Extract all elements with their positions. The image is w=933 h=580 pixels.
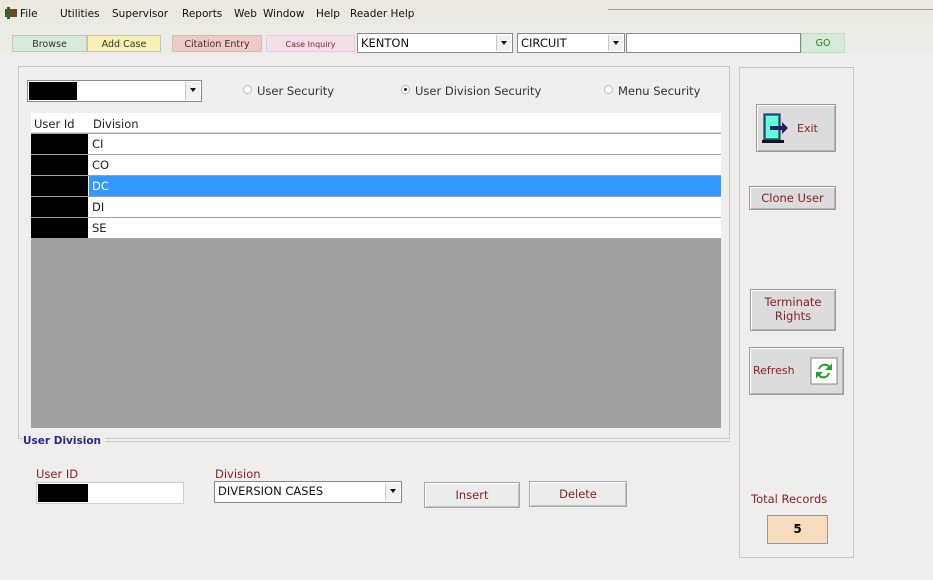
radio-user-security[interactable]: User Security (243, 84, 373, 98)
menu-bar: File Utilities Supervisor Reports Web Wi… (0, 0, 933, 24)
table-row[interactable]: DI (31, 197, 721, 217)
county-value: KENTON (361, 36, 410, 50)
menu-file[interactable]: File (20, 8, 38, 20)
add-case-button[interactable]: Add Case (87, 35, 161, 52)
division-select[interactable]: DIVERSION CASES (214, 481, 402, 503)
delete-button[interactable]: Delete (529, 481, 627, 507)
user-id-label: User ID (36, 467, 79, 481)
division-cell: SE (92, 221, 107, 235)
table-row[interactable]: CO (31, 155, 721, 175)
division-cell: CO (92, 158, 110, 172)
court-value: CIRCUIT (521, 36, 567, 50)
total-records-value: 5 (767, 515, 828, 544)
court-select[interactable]: CIRCUIT (517, 33, 625, 53)
case-inquiry-button[interactable]: Case Inquiry (266, 35, 355, 52)
insert-button[interactable]: Insert (424, 482, 520, 508)
exit-button[interactable]: Exit (756, 104, 836, 152)
menu-help[interactable]: Help (316, 8, 340, 20)
division-label: Division (215, 467, 261, 481)
redacted-user (29, 82, 77, 100)
user-id-field[interactable] (36, 482, 184, 504)
total-records-label: Total Records (751, 492, 828, 506)
division-value: DIVERSION CASES (218, 484, 324, 498)
exit-label: Exit (797, 122, 818, 135)
refresh-icon (810, 357, 838, 385)
selection-highlight (89, 176, 721, 196)
radio-menu-security[interactable]: Menu Security (604, 84, 724, 98)
chevron-down-icon[interactable] (608, 35, 623, 51)
menu-web[interactable]: Web (234, 8, 257, 20)
chevron-down-icon[interactable] (385, 483, 400, 501)
table-row-selected[interactable]: DC (31, 176, 721, 196)
menu-supervisor[interactable]: Supervisor (112, 8, 168, 20)
redacted-user-id (31, 134, 88, 154)
terminate-rights-button[interactable]: Terminate Rights (750, 289, 836, 331)
refresh-label: Refresh (753, 364, 795, 377)
exit-door-icon (762, 113, 788, 143)
grid-header: User Id Division (31, 113, 721, 133)
clone-user-button[interactable]: Clone User (749, 186, 836, 210)
browse-button[interactable]: Browse (12, 35, 87, 52)
county-select[interactable]: KENTON (357, 33, 513, 53)
column-header-user-id[interactable]: User Id (34, 117, 75, 131)
redacted-user-id (31, 176, 88, 196)
column-header-division[interactable]: Division (93, 117, 139, 131)
section-title: User Division (23, 435, 106, 447)
menu-reports[interactable]: Reports (182, 8, 222, 20)
go-button[interactable]: GO (801, 33, 845, 53)
radio-user-division-security[interactable]: User Division Security (401, 84, 581, 98)
search-input[interactable] (626, 33, 801, 53)
radio-button-icon (243, 85, 252, 94)
redacted-user-id (38, 484, 88, 502)
table-row[interactable]: SE (31, 218, 721, 238)
citation-entry-button[interactable]: Citation Entry (172, 35, 262, 52)
menu-window[interactable]: Window (263, 8, 304, 20)
menu-divider (608, 9, 933, 10)
division-cell: DI (92, 200, 105, 214)
app-logo-icon (5, 7, 17, 19)
refresh-button[interactable]: Refresh (749, 347, 844, 395)
user-division-grid: User Id Division CI CO DC DI SE (31, 113, 721, 428)
redacted-user-id (31, 155, 88, 175)
chevron-down-icon[interactable] (496, 35, 511, 51)
redacted-user-id (31, 197, 88, 217)
redacted-user-id (31, 218, 88, 238)
menu-reader-help[interactable]: Reader Help (350, 8, 414, 20)
radio-button-checked-icon (401, 85, 410, 94)
menu-utilities[interactable]: Utilities (60, 8, 100, 20)
table-row[interactable]: CI (31, 134, 721, 154)
user-select[interactable] (27, 80, 202, 102)
radio-button-icon (604, 85, 613, 94)
section-divider (22, 441, 730, 442)
division-cell: CI (92, 137, 104, 151)
division-cell: DC (92, 179, 109, 193)
chevron-down-icon[interactable] (185, 82, 200, 100)
toolbar: Browse Add Case Citation Entry Case Inqu… (0, 24, 933, 54)
